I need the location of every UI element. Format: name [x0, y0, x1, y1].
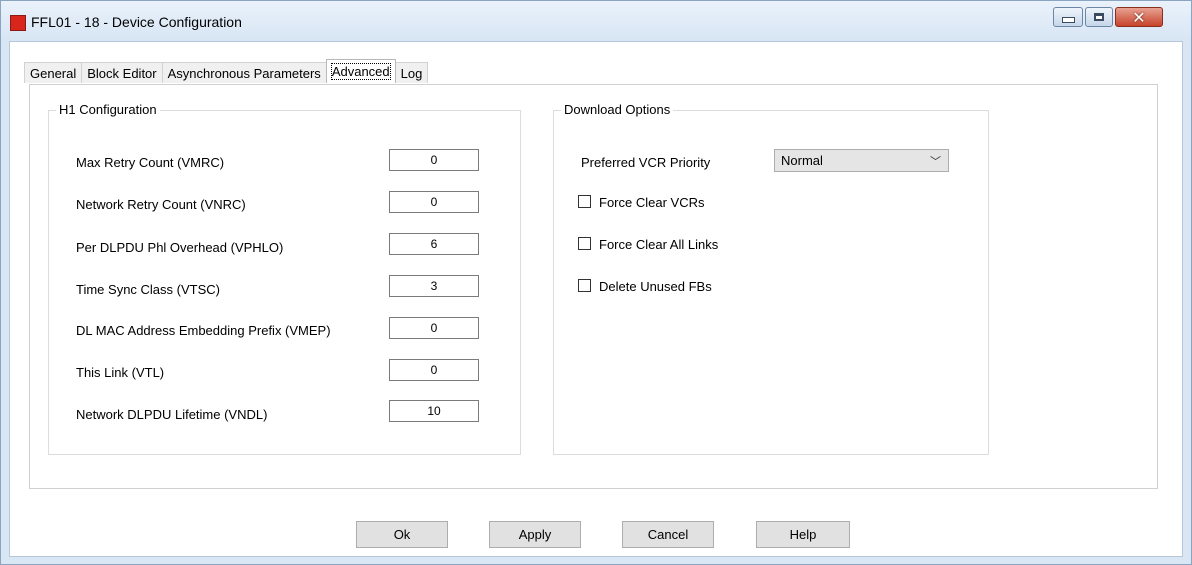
vnrc-input[interactable]: 0 [389, 191, 479, 213]
checkbox-label[interactable]: Force Clear All Links [599, 237, 718, 252]
tab-label: Asynchronous Parameters [167, 66, 321, 81]
force-clear-vcrs-checkbox[interactable] [578, 195, 591, 208]
apply-button[interactable]: Apply [489, 521, 581, 548]
tab-strip: General Block Editor Asynchronous Parame… [24, 59, 429, 84]
field-label: DL MAC Address Embedding Prefix (VMEP) [76, 323, 331, 338]
ok-button[interactable]: Ok [356, 521, 448, 548]
help-button[interactable]: Help [756, 521, 850, 548]
tab-label: Advanced [330, 63, 391, 80]
priority-label: Preferred VCR Priority [581, 155, 711, 170]
close-icon: ✕ [1132, 7, 1146, 27]
group-title: H1 Configuration [56, 102, 160, 117]
tab-asynchronous-parameters[interactable]: Asynchronous Parameters [161, 62, 327, 83]
cancel-button[interactable]: Cancel [622, 521, 714, 548]
minimize-button[interactable] [1053, 7, 1083, 27]
vmep-input[interactable]: 0 [389, 317, 479, 339]
minimize-icon [1061, 17, 1075, 23]
field-label: Max Retry Count (VMRC) [76, 155, 225, 170]
chevron-down-icon: ﹀ [930, 155, 941, 168]
select-value: Normal [781, 153, 823, 168]
force-clear-all-links-checkbox[interactable] [578, 237, 591, 250]
vtsc-input[interactable]: 3 [389, 275, 479, 297]
vphlo-input[interactable]: 6 [389, 233, 479, 255]
window-title: FFL01 - 18 - Device Configuration [31, 14, 242, 30]
tab-block-editor[interactable]: Block Editor [81, 62, 163, 83]
title-bar[interactable]: FFL01 - 18 - Device Configuration ✕ [1, 1, 1191, 41]
field-label: Network DLPDU Lifetime (VNDL) [76, 407, 268, 422]
field-label: Network Retry Count (VNRC) [76, 197, 246, 212]
tab-label: General [30, 66, 77, 81]
tab-label: Block Editor [87, 66, 157, 81]
vcr-priority-select[interactable]: Normal ﹀ [774, 149, 949, 172]
vmrc-input[interactable]: 0 [389, 149, 479, 171]
field-label: Time Sync Class (VTSC) [76, 282, 220, 297]
maximize-icon [1094, 13, 1104, 21]
close-button[interactable]: ✕ [1115, 7, 1163, 27]
maximize-button[interactable] [1085, 7, 1113, 27]
tab-log[interactable]: Log [394, 62, 429, 83]
delete-unused-fbs-checkbox[interactable] [578, 279, 591, 292]
checkbox-label[interactable]: Force Clear VCRs [599, 195, 704, 210]
vtl-input[interactable]: 0 [389, 359, 479, 381]
app-icon [10, 15, 26, 31]
checkbox-label[interactable]: Delete Unused FBs [599, 279, 712, 294]
tab-advanced[interactable]: Advanced [325, 59, 396, 83]
field-label: Per DLPDU Phl Overhead (VPHLO) [76, 240, 284, 255]
group-title: Download Options [561, 102, 674, 117]
field-label: This Link (VTL) [76, 365, 165, 380]
vndl-input[interactable]: 10 [389, 400, 479, 422]
tab-label: Log [400, 66, 423, 81]
tab-general[interactable]: General [24, 62, 83, 83]
